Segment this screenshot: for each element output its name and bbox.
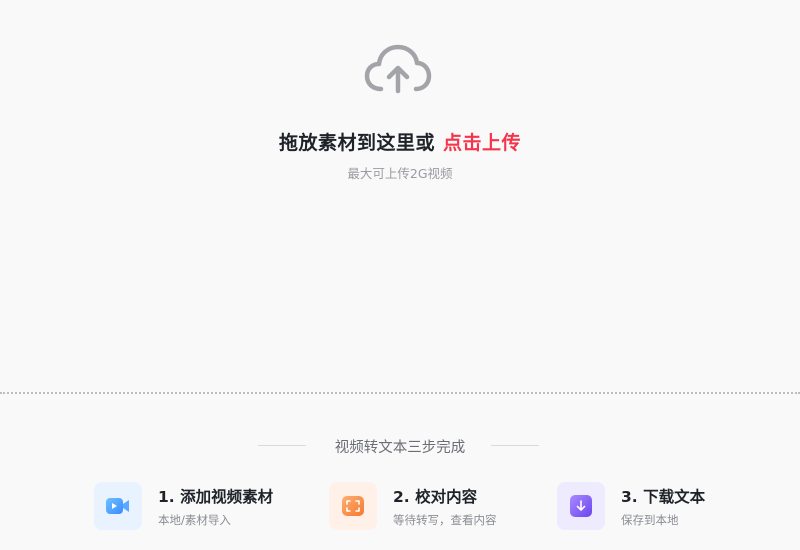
step-proofread: 2. 校对内容 等待转写，查看内容	[329, 482, 529, 530]
steps-title-text: 视频转文本三步完成	[334, 440, 466, 456]
step-1-title: 1. 添加视频素材	[158, 488, 274, 506]
scan-frame-icon	[342, 496, 364, 516]
upload-page: 拖放素材到这里或 点击上传 最大可上传2G视频 视频转文本三步完成 1. 添加视…	[0, 0, 800, 550]
download-icon	[570, 495, 592, 517]
step-3-desc: 保存到本地	[621, 513, 679, 527]
title-divider-left	[258, 445, 306, 446]
step-3-title: 3. 下载文本	[621, 488, 706, 506]
step-2-title: 2. 校对内容	[393, 488, 478, 506]
step-add-video: 1. 添加视频素材 本地/素材导入	[94, 482, 294, 530]
step-2-tile	[329, 482, 377, 530]
drop-headline: 拖放素材到这里或 点击上传	[0, 128, 800, 155]
title-divider-right	[491, 445, 539, 446]
step-3-tile	[557, 482, 605, 530]
upload-size-limit: 最大可上传2G视频	[347, 166, 453, 181]
video-camera-icon	[106, 498, 129, 514]
step-2-desc: 等待转写，查看内容	[393, 513, 497, 527]
step-1-tile	[94, 482, 142, 530]
drop-zone[interactable]: 拖放素材到这里或 点击上传 最大可上传2G视频	[0, 0, 800, 394]
step-download-text: 3. 下载文本 保存到本地	[557, 482, 757, 530]
steps-section-title: 视频转文本三步完成	[0, 436, 800, 457]
step-1-desc: 本地/素材导入	[158, 513, 231, 527]
cloud-upload-icon	[364, 44, 432, 94]
click-upload-link[interactable]: 点击上传	[443, 132, 521, 154]
drop-headline-text: 拖放素材到这里或	[278, 132, 435, 154]
